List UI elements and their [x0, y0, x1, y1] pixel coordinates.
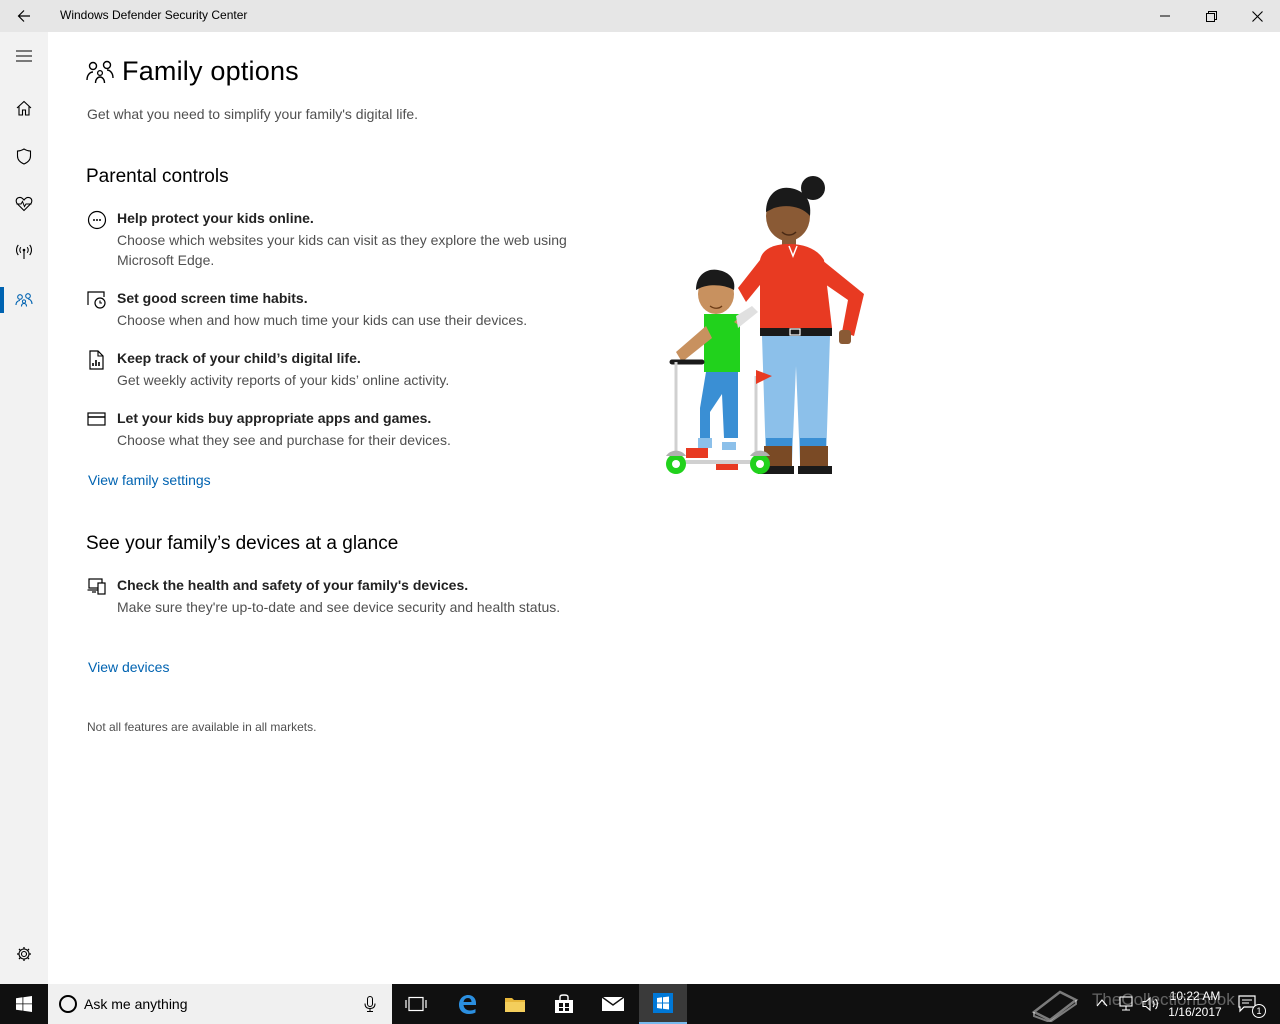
activity-report-icon [89, 350, 104, 370]
windows-logo-icon [16, 996, 32, 1012]
mail-button[interactable] [589, 984, 637, 1024]
title-bar: Windows Defender Security Center [0, 0, 1280, 32]
edge-icon [459, 995, 476, 1014]
nav-virus-protection[interactable] [0, 132, 48, 180]
family-illustration [666, 176, 864, 474]
start-button[interactable] [0, 984, 48, 1024]
microphone-icon[interactable] [364, 996, 376, 1012]
availability-footnote: Not all features are available in all ma… [87, 720, 317, 734]
home-icon [16, 100, 32, 116]
windows-defender-icon [653, 993, 673, 1013]
feature-protect-kids-online: Help protect your kids online. Choose wh… [87, 210, 567, 268]
minimize-button[interactable] [1142, 0, 1188, 32]
edge-button[interactable] [443, 984, 491, 1024]
family-icon [86, 60, 114, 83]
wireless-icon [16, 244, 32, 259]
taskbar: Ask me anything TheCollectionBook 10:22 … [0, 984, 1280, 1024]
defender-security-center-button[interactable] [639, 984, 687, 1024]
screen-time-icon [87, 291, 106, 309]
feature-activity-reports: Keep track of your child’s digital life.… [87, 350, 567, 390]
minimize-icon [1160, 15, 1170, 17]
family-icon [15, 293, 33, 307]
restore-icon [1205, 10, 1217, 22]
store-button[interactable] [540, 984, 588, 1024]
feature-description: Choose when and how much time your kids … [117, 312, 528, 328]
nav-settings[interactable] [0, 930, 48, 978]
view-devices-link[interactable]: View devices [88, 659, 169, 675]
file-explorer-button[interactable] [491, 984, 539, 1024]
gear-icon [17, 947, 31, 961]
hamburger-menu-button[interactable] [0, 32, 48, 80]
feature-description: Make sure they're up-to-date and see dev… [117, 599, 561, 615]
page-subtitle: Get what you need to simplify your famil… [87, 106, 419, 122]
nav-family-options[interactable] [0, 276, 48, 324]
action-center-button[interactable]: 1 [1232, 984, 1280, 1024]
section-title-parental-controls: Parental controls [86, 166, 229, 187]
feature-description: Choose what they see and purchase for th… [117, 432, 451, 448]
nav-firewall-network[interactable] [0, 228, 48, 276]
task-view-button[interactable] [392, 984, 440, 1024]
feature-title: Set good screen time habits. [117, 290, 308, 306]
mail-icon [601, 996, 625, 1011]
close-icon [1251, 10, 1263, 22]
window-title: Windows Defender Security Center [60, 8, 248, 22]
show-hidden-icons-chevron-icon[interactable] [1096, 998, 1108, 1008]
section-title-devices: See your family’s devices at a glance [86, 533, 399, 554]
system-clock[interactable]: 10:22 AM 1/16/2017 [1164, 988, 1226, 1020]
store-bag-icon [555, 994, 573, 1013]
back-button[interactable] [0, 0, 48, 32]
volume-icon[interactable] [1142, 996, 1160, 1012]
left-nav [0, 32, 48, 984]
heart-pulse-icon [15, 196, 33, 212]
feature-title: Let your kids buy appropriate apps and g… [117, 410, 432, 426]
watermark-book-icon [1031, 990, 1079, 1022]
wallet-card-icon [87, 412, 106, 426]
hamburger-icon [16, 50, 32, 62]
feature-apps-games: Let your kids buy appropriate apps and g… [87, 410, 567, 450]
devices-icon [87, 578, 106, 595]
feature-description: Get weekly activity reports of your kids… [117, 372, 450, 388]
page-title: Family options [122, 56, 299, 86]
nav-home[interactable] [0, 84, 48, 132]
page-header: Family options [86, 56, 299, 87]
folder-icon [505, 998, 525, 1012]
search-placeholder: Ask me anything [84, 996, 188, 1012]
feature-description: Choose which websites your kids can visi… [117, 232, 567, 268]
web-filter-icon [87, 210, 107, 230]
feature-screen-time: Set good screen time habits. Choose when… [87, 290, 567, 330]
back-arrow-icon [17, 10, 30, 22]
main-content: Family options Get what you need to simp… [48, 32, 1280, 984]
restore-button[interactable] [1188, 0, 1234, 32]
clock-date: 1/16/2017 [1168, 1005, 1222, 1019]
shield-icon [16, 147, 32, 165]
close-button[interactable] [1234, 0, 1280, 32]
cortana-search-box[interactable]: Ask me anything [48, 984, 392, 1024]
nav-device-health[interactable] [0, 180, 48, 228]
network-icon[interactable] [1118, 996, 1136, 1012]
view-family-settings-link[interactable]: View family settings [88, 472, 211, 488]
task-view-icon [405, 996, 427, 1012]
active-indicator [0, 287, 4, 313]
feature-title: Help protect your kids online. [117, 210, 314, 226]
feature-device-health: Check the health and safety of your fami… [87, 577, 567, 637]
feature-title: Keep track of your child’s digital life. [117, 350, 361, 366]
cortana-icon [59, 995, 77, 1013]
notification-count-badge: 1 [1252, 1004, 1266, 1018]
feature-title: Check the health and safety of your fami… [117, 577, 469, 593]
clock-time: 10:22 AM [1169, 989, 1221, 1003]
